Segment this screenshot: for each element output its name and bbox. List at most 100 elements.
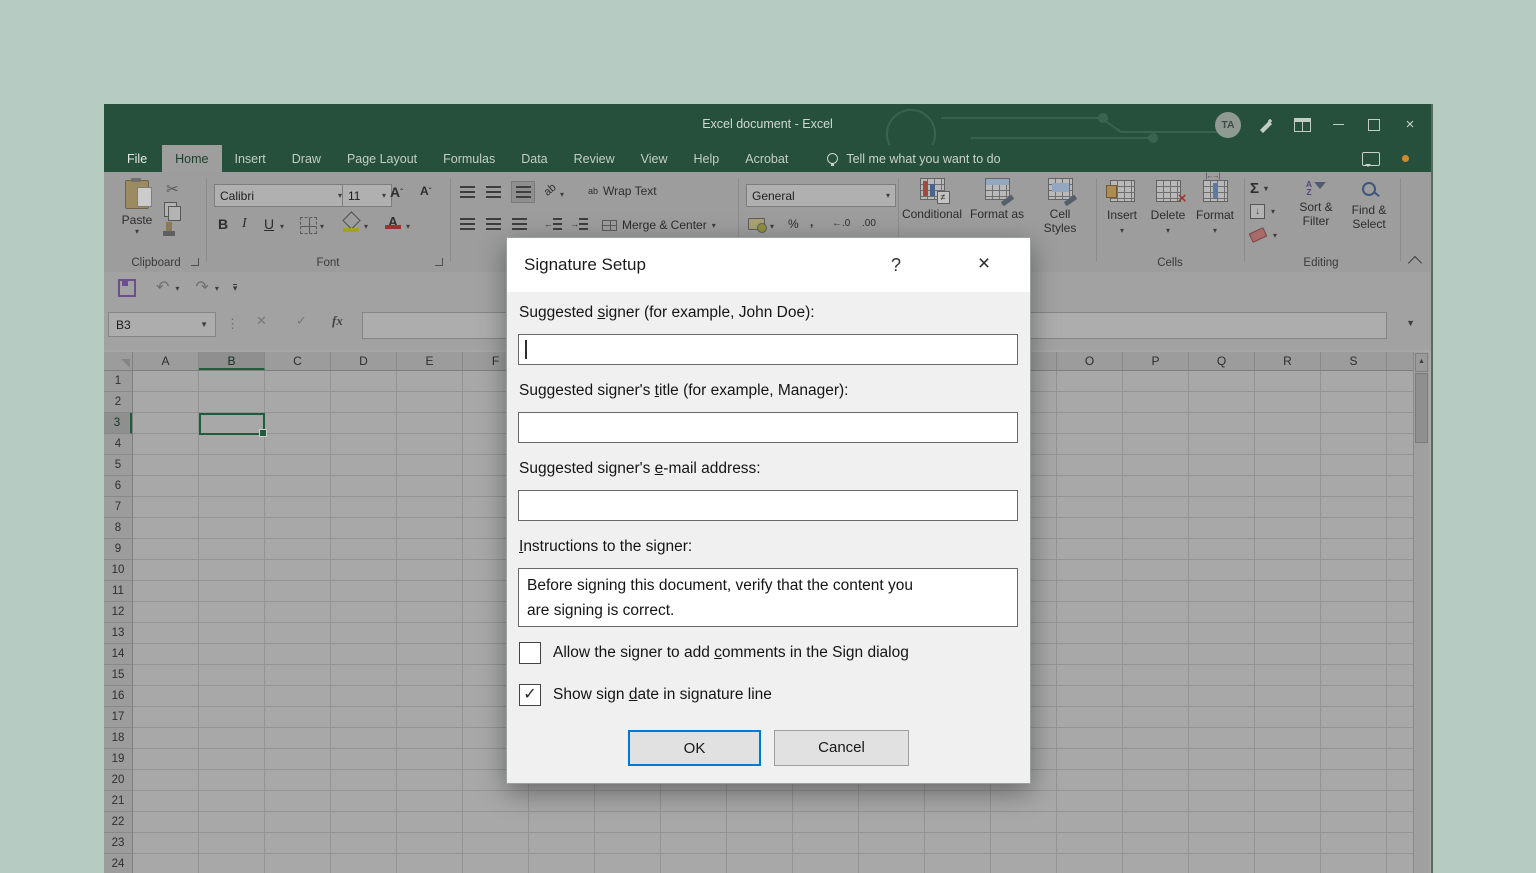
- menu-tab-draw[interactable]: Draw: [279, 145, 334, 172]
- font-size-combo[interactable]: 11▾: [342, 184, 392, 207]
- merge-center-button[interactable]: Merge & Center ▾: [602, 218, 716, 232]
- vertical-scrollbar[interactable]: ▲: [1413, 352, 1429, 873]
- signer-title-input[interactable]: [518, 412, 1018, 443]
- number-format-combo[interactable]: General▾: [746, 184, 896, 207]
- column-header-O[interactable]: O: [1057, 352, 1123, 370]
- comma-style-button[interactable]: ,: [810, 215, 813, 229]
- align-left-button[interactable]: [460, 218, 475, 230]
- row-header-9[interactable]: 9: [104, 539, 132, 560]
- format-as-table-button[interactable]: Format as: [966, 178, 1028, 221]
- fill-color-button[interactable]: [342, 214, 360, 232]
- comments-icon[interactable]: [1362, 152, 1380, 166]
- close-button[interactable]: ×: [1399, 114, 1421, 136]
- menu-tab-review[interactable]: Review: [561, 145, 628, 172]
- select-all-corner[interactable]: [104, 352, 133, 371]
- accounting-format-button[interactable]: [748, 218, 765, 230]
- row-header-23[interactable]: 23: [104, 833, 132, 854]
- enter-entry-button[interactable]: ✓: [296, 313, 307, 329]
- row-header-5[interactable]: 5: [104, 455, 132, 476]
- column-header-C[interactable]: C: [265, 352, 331, 370]
- font-dialog-launcher[interactable]: [435, 258, 443, 266]
- row-header-8[interactable]: 8: [104, 518, 132, 539]
- row-header-16[interactable]: 16: [104, 686, 132, 707]
- increase-indent-button[interactable]: →: [570, 218, 588, 230]
- orientation-chevron[interactable]: ▾: [560, 190, 564, 199]
- conditional-formatting-button[interactable]: ≠ Conditional: [900, 178, 964, 221]
- scroll-up-arrow[interactable]: ▲: [1415, 353, 1428, 372]
- decrease-font-button[interactable]: Aˇ: [420, 184, 431, 198]
- fill-button[interactable]: ↓▾: [1250, 204, 1275, 219]
- row-header-21[interactable]: 21: [104, 791, 132, 812]
- align-right-button[interactable]: [512, 218, 527, 230]
- row-header-10[interactable]: 10: [104, 560, 132, 581]
- menu-tab-data[interactable]: Data: [508, 145, 560, 172]
- email-input[interactable]: [518, 490, 1018, 521]
- increase-font-button[interactable]: Aˆ: [390, 184, 403, 200]
- font-color-chevron[interactable]: ▾: [406, 222, 410, 231]
- align-top-button[interactable]: [460, 186, 475, 198]
- wrap-text-button[interactable]: ab Wrap Text: [588, 184, 657, 198]
- menu-tab-formulas[interactable]: Formulas: [430, 145, 508, 172]
- underline-button[interactable]: U: [264, 216, 274, 232]
- menu-tab-view[interactable]: View: [628, 145, 681, 172]
- pen-sparkle-icon[interactable]: [1255, 114, 1277, 136]
- delete-cells-button[interactable]: × Delete ▾: [1146, 180, 1190, 235]
- cut-button[interactable]: ✂: [166, 180, 179, 198]
- column-header-D[interactable]: D: [331, 352, 397, 370]
- menu-tab-home[interactable]: Home: [162, 145, 221, 172]
- menu-tab-page-layout[interactable]: Page Layout: [334, 145, 430, 172]
- format-painter-button[interactable]: [166, 226, 172, 231]
- column-header-T[interactable]: T: [1387, 352, 1414, 370]
- row-header-11[interactable]: 11: [104, 581, 132, 602]
- minimize-button[interactable]: [1327, 114, 1349, 136]
- column-header-Q[interactable]: Q: [1189, 352, 1255, 370]
- name-box[interactable]: B3 ▼: [108, 312, 216, 337]
- column-header-S[interactable]: S: [1321, 352, 1387, 370]
- clear-button[interactable]: ▾: [1250, 230, 1277, 240]
- undo-button[interactable]: ↶: [156, 280, 169, 296]
- customize-qat-button[interactable]: ▾: [233, 284, 238, 292]
- row-header-15[interactable]: 15: [104, 665, 132, 686]
- column-header-A[interactable]: A: [133, 352, 199, 370]
- find-select-button[interactable]: Find & Select: [1344, 182, 1394, 231]
- row-header-3[interactable]: 3: [104, 413, 132, 434]
- redo-button[interactable]: ↷: [195, 280, 208, 296]
- cancel-button[interactable]: Cancel: [774, 730, 909, 766]
- scrollbar-thumb[interactable]: [1415, 373, 1428, 443]
- percent-style-button[interactable]: %: [788, 217, 799, 231]
- column-header-E[interactable]: E: [397, 352, 463, 370]
- increase-decimal-button[interactable]: ←.0: [832, 218, 850, 229]
- row-header-6[interactable]: 6: [104, 476, 132, 497]
- expand-formula-bar-chevron[interactable]: ▼: [1406, 318, 1415, 328]
- underline-chevron[interactable]: ▾: [280, 222, 284, 231]
- row-header-14[interactable]: 14: [104, 644, 132, 665]
- undo-chevron[interactable]: ▾: [175, 284, 179, 293]
- redo-chevron[interactable]: ▾: [215, 284, 219, 293]
- orientation-button[interactable]: ab: [542, 181, 559, 198]
- menu-tab-acrobat[interactable]: Acrobat: [732, 145, 801, 172]
- format-cells-button[interactable]: |←→| Format ▾: [1192, 180, 1238, 235]
- menu-tab-file[interactable]: File: [112, 145, 162, 172]
- align-bottom-button[interactable]: [512, 182, 534, 202]
- row-header-19[interactable]: 19: [104, 749, 132, 770]
- menu-tab-insert[interactable]: Insert: [222, 145, 279, 172]
- decrease-indent-button[interactable]: ←: [544, 218, 562, 230]
- column-header-P[interactable]: P: [1123, 352, 1189, 370]
- column-header-B[interactable]: B: [199, 352, 265, 370]
- align-middle-button[interactable]: [486, 186, 501, 198]
- clipboard-dialog-launcher[interactable]: [191, 258, 199, 266]
- signer-input[interactable]: [518, 334, 1018, 365]
- row-header-17[interactable]: 17: [104, 707, 132, 728]
- row-header-18[interactable]: 18: [104, 728, 132, 749]
- align-center-button[interactable]: [486, 218, 501, 230]
- borders-chevron[interactable]: ▾: [320, 222, 324, 231]
- borders-button[interactable]: [300, 217, 317, 234]
- row-header-2[interactable]: 2: [104, 392, 132, 413]
- save-icon[interactable]: [118, 279, 136, 297]
- copy-button[interactable]: [164, 202, 177, 217]
- insert-cells-button[interactable]: Insert ▾: [1100, 180, 1144, 235]
- row-header-13[interactable]: 13: [104, 623, 132, 644]
- cell-styles-button[interactable]: Cell Styles: [1030, 178, 1090, 235]
- accounting-chevron[interactable]: ▾: [770, 222, 774, 231]
- dialog-help-button[interactable]: ?: [879, 238, 913, 292]
